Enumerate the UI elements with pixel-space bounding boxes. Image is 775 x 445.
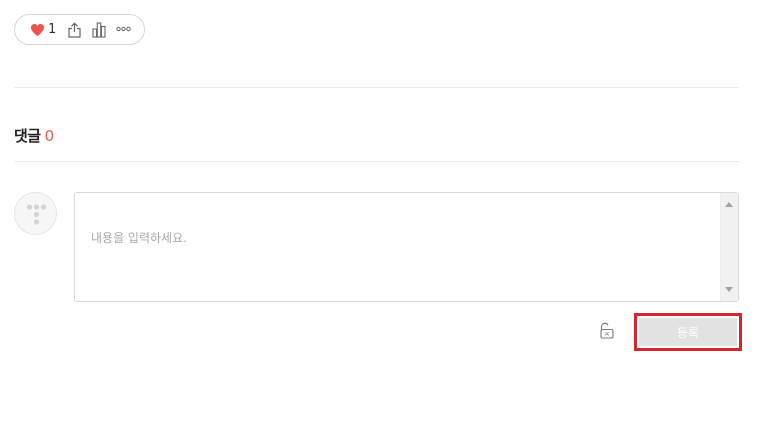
comment-page: 1 댓글 0 내용을 입력하세요. 등록 [0,0,775,445]
more-icon [116,26,131,32]
heart-icon [30,23,45,37]
like-button[interactable]: 1 [30,22,56,37]
avatar [14,192,57,235]
comment-heading-label: 댓글 [14,127,41,145]
comment-count: 0 [44,127,55,145]
stats-icon [92,22,106,38]
scroll-down-icon[interactable] [725,287,733,292]
comment-scrollbar[interactable] [720,193,738,301]
reaction-bar: 1 [14,14,145,45]
like-count: 1 [48,22,57,37]
comment-box [74,192,739,302]
comment-divider [14,161,739,162]
submit-button-label: 등록 [639,318,737,346]
secret-comment-toggle[interactable] [598,322,615,339]
comment-input[interactable] [75,193,721,301]
submit-button[interactable]: 등록 [634,313,742,351]
section-divider [14,87,739,88]
scroll-up-icon[interactable] [725,202,733,207]
more-button[interactable] [116,26,131,32]
share-button[interactable] [67,22,82,38]
share-icon [67,22,82,38]
comment-heading: 댓글 0 [14,127,54,145]
unlock-icon [598,322,615,339]
stats-button[interactable] [92,22,106,38]
